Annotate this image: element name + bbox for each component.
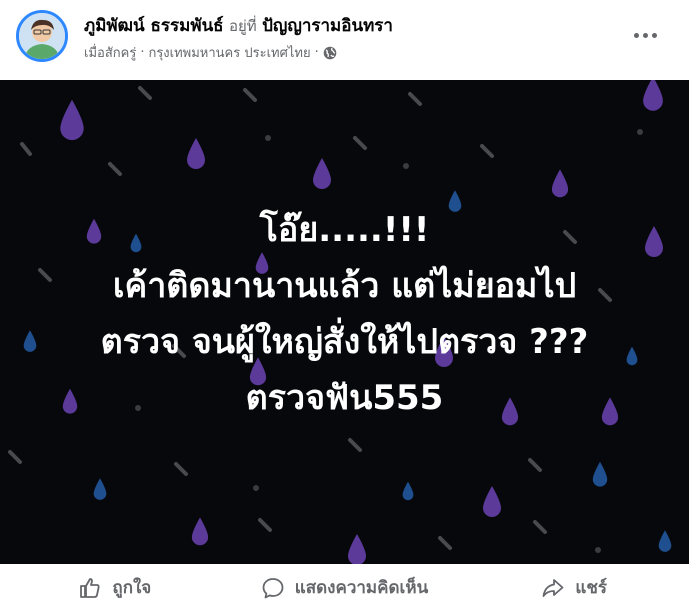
thumbs-up-icon: [80, 577, 100, 598]
caption-line-4: ตรวจฟัน555: [245, 378, 444, 418]
globe-icon[interactable]: [323, 46, 337, 60]
comment-bubble-icon: [262, 577, 284, 598]
post-actions: ถูกใจ แสดงความคิดเห็น แชร์: [0, 564, 689, 611]
avatar[interactable]: [16, 10, 68, 62]
image-caption: โอ๊ย.....!!! เค้าติดมานานแล้ว แต่ไม่ยอมไ…: [0, 202, 689, 426]
dot-icon: [642, 32, 648, 38]
share-button[interactable]: แชร์: [459, 564, 689, 611]
like-label: ถูกใจ: [112, 578, 152, 598]
share-arrow-icon: [542, 578, 564, 597]
post-image[interactable]: โอ๊ย.....!!! เค้าติดมานานแล้ว แต่ไม่ยอมไ…: [0, 80, 689, 564]
like-button[interactable]: ถูกใจ: [0, 564, 230, 611]
meta-separator: ·: [314, 45, 319, 60]
more-options-button[interactable]: [629, 24, 661, 46]
facebook-post: ภูมิพัฒน์ ธรรมพันธ์ อยู่ที่ ปัญญารามอินท…: [0, 0, 689, 611]
post-meta: เมื่อสักครู่ · กรุงเทพมหานคร ประเทศไทย ·: [84, 42, 337, 63]
caption-line-2: เค้าติดมานานแล้ว แต่ไม่ยอมไป: [112, 266, 577, 306]
dot-icon: [633, 32, 639, 38]
dot-icon: [651, 32, 657, 38]
share-label: แชร์: [575, 578, 607, 598]
post-header: ภูมิพัฒน์ ธรรมพันธ์ อยู่ที่ ปัญญารามอินท…: [0, 0, 689, 80]
comment-label: แสดงความคิดเห็น: [294, 578, 429, 598]
post-location[interactable]: กรุงเทพมหานคร ประเทศไทย: [148, 42, 310, 63]
meta-separator: ·: [140, 45, 145, 60]
comment-button[interactable]: แสดงความคิดเห็น: [230, 564, 460, 611]
caption-line-1: โอ๊ย.....!!!: [259, 210, 430, 250]
author-name[interactable]: ภูมิพัฒน์ ธรรมพันธ์: [84, 16, 224, 36]
post-title-line: ภูมิพัฒน์ ธรรมพันธ์ อยู่ที่ ปัญญารามอินท…: [84, 12, 393, 39]
post-time[interactable]: เมื่อสักครู่: [84, 42, 136, 63]
caption-line-3: ตรวจ จนผู้ใหญ่สั่งให้ไปตรวจ ???: [100, 322, 589, 362]
place-name[interactable]: ปัญญารามอินทรา: [262, 16, 393, 36]
at-label: อยู่ที่: [228, 17, 257, 35]
